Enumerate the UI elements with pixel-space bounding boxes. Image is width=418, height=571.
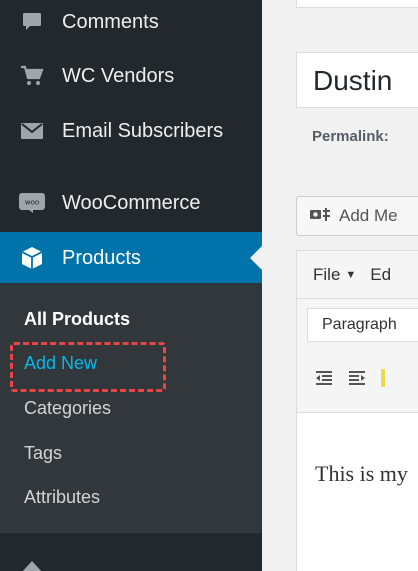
comment-bubble-icon — [19, 10, 45, 34]
sidebar-item-label: WC Vendors — [62, 64, 175, 87]
products-submenu: All Products Add New Categories Tags Att… — [0, 283, 262, 533]
current-indicator-arrow — [250, 246, 262, 270]
format-select[interactable]: Paragraph — [307, 308, 418, 342]
caret-down-icon: ▼ — [345, 268, 357, 281]
submenu-item-all-products[interactable]: All Products — [24, 304, 130, 334]
indent-icon[interactable] — [348, 371, 366, 387]
menu-file[interactable]: File ▼ — [313, 265, 356, 285]
sidebar-item-partial[interactable] — [0, 548, 262, 571]
toolbar-icon-partial[interactable] — [379, 369, 389, 387]
wp-admin-screen: Comments WC Vendors Email Subscribers wo… — [0, 0, 418, 571]
editor-toolbar-row-1: Paragraph — [297, 299, 418, 349]
add-media-button[interactable]: Add Me — [296, 196, 418, 236]
menu-edit[interactable]: Ed — [370, 265, 391, 285]
permalink-label: Permalink: — [312, 128, 389, 145]
editor-toolbar-row-2 — [297, 349, 418, 413]
product-title-input[interactable]: Dustin — [296, 52, 418, 108]
woocommerce-icon: woo — [19, 191, 45, 215]
outdent-icon[interactable] — [315, 371, 333, 387]
envelope-icon — [19, 119, 45, 143]
sidebar-item-label: WooCommerce — [62, 191, 201, 214]
add-media-icon — [310, 207, 332, 225]
sidebar-item-wc-vendors[interactable]: WC Vendors — [0, 56, 262, 96]
tinymce-editor: File ▼ Ed Paragraph This is my — [296, 250, 418, 571]
add-media-label: Add Me — [339, 206, 398, 225]
sidebar-item-email-subscribers[interactable]: Email Subscribers — [0, 111, 262, 151]
editor-content-text[interactable]: This is my — [315, 461, 408, 487]
admin-sidebar: Comments WC Vendors Email Subscribers wo… — [0, 0, 262, 571]
sidebar-item-label: Products — [62, 246, 141, 269]
sidebar-item-comments[interactable]: Comments — [0, 2, 262, 42]
sidebar-item-label: Comments — [62, 10, 159, 33]
menu-file-label: File — [313, 264, 341, 284]
cart-icon — [19, 64, 45, 88]
post-editor-area: Dustin Permalink: Add Me File ▼ Ed Parag… — [262, 0, 418, 571]
submenu-item-attributes[interactable]: Attributes — [24, 482, 100, 512]
add-new-highlight-annotation — [10, 342, 166, 392]
submenu-item-tags[interactable]: Tags — [24, 438, 62, 468]
sidebar-item-label: Email Subscribers — [62, 119, 224, 142]
top-panel-edge — [296, 0, 418, 8]
editor-menubar: File ▼ Ed — [297, 251, 418, 299]
sidebar-item-woocommerce[interactable]: woo WooCommerce — [0, 183, 262, 223]
box-icon — [19, 246, 45, 270]
svg-text:woo: woo — [25, 199, 39, 207]
sidebar-item-products[interactable]: Products — [0, 232, 262, 284]
partial-menu-icon — [19, 556, 45, 571]
submenu-item-categories[interactable]: Categories — [24, 393, 111, 423]
